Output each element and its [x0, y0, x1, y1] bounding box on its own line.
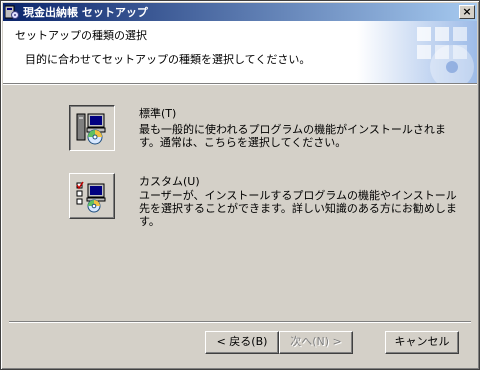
window-title: 現金出納帳 セットアップ	[23, 6, 148, 19]
custom-option-title: カスタム(U)	[139, 175, 200, 188]
header-banner: セットアップの種類の選択 目的に合わせてセットアップの種類を選択してください。	[3, 21, 477, 83]
next-button[interactable]: 次へ(N) >	[279, 331, 353, 354]
custom-setup-button[interactable]	[69, 173, 115, 219]
custom-option-description: ユーザーが、インストールするプログラムの機能やインストール先を選択することができ…	[139, 189, 457, 228]
setup-custom-icon	[76, 181, 106, 213]
banner-decoration-icon	[357, 21, 477, 83]
footer-divider	[9, 321, 471, 323]
setup-standard-icon	[76, 113, 106, 145]
title-bar: 現金出納帳 セットアップ ×	[3, 3, 477, 21]
setup-dialog: 現金出納帳 セットアップ × セットアップの種類の選択 目的に合わせてセットアッ…	[0, 0, 480, 370]
standard-setup-button[interactable]	[69, 105, 115, 151]
cancel-button[interactable]: キャンセル	[385, 331, 459, 354]
back-button[interactable]: < 戻る(B)	[205, 331, 279, 354]
setup-app-icon	[4, 5, 19, 19]
page-title: セットアップの種類の選択	[15, 29, 147, 42]
close-icon: ×	[462, 5, 472, 18]
standard-option-description: 最も一般的に使われるプログラムの機能がインストールされます。通常は、こちらを選択…	[139, 123, 446, 149]
standard-option-title: 標準(T)	[139, 107, 177, 120]
header-divider	[3, 83, 477, 85]
close-button[interactable]: ×	[459, 5, 475, 19]
page-subtitle: 目的に合わせてセットアップの種類を選択してください。	[25, 53, 311, 66]
